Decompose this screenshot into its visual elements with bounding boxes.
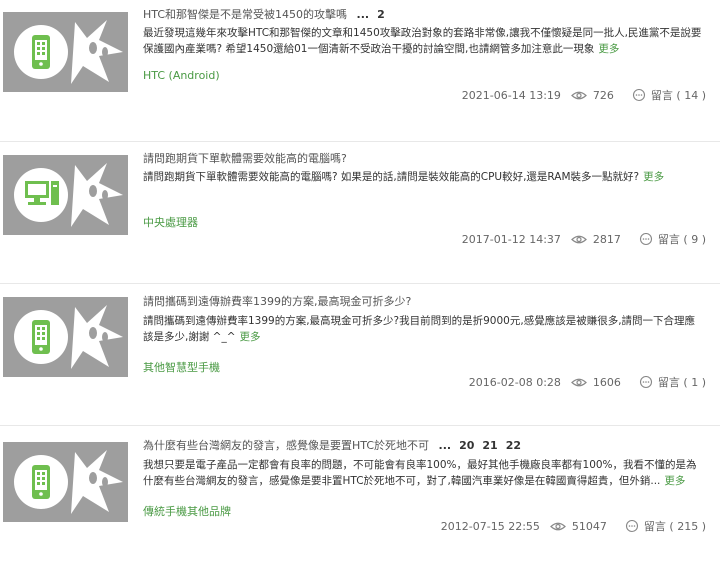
comment-count-value[interactable]: 留言 ( 9 ) xyxy=(658,231,706,247)
more-link[interactable]: 更多 xyxy=(240,331,261,343)
eye-icon xyxy=(571,235,587,243)
post-meta: 2017-01-12 14:37 2817 留言 ( 9 ) xyxy=(462,231,706,247)
page-ellipsis: ... xyxy=(438,439,452,452)
page-link[interactable]: 22 xyxy=(506,439,521,452)
post-meta: 2021-06-14 13:19 726 留言 ( 14 ) xyxy=(462,87,706,103)
post-meta: 2016-02-08 0:28 1606 留言 ( 1 ) xyxy=(469,374,706,390)
post-item: 請問跑期貨下單軟體需要效能高的電腦嗎? 請問跑期貨下單軟體需要效能高的電腦嗎? … xyxy=(0,142,720,284)
comment-count[interactable]: 留言 ( 14 ) xyxy=(632,87,706,103)
post-thumbnail[interactable] xyxy=(3,12,128,92)
view-count-value: 51047 xyxy=(571,519,607,533)
more-link[interactable]: 更多 xyxy=(643,171,664,183)
phone-icon xyxy=(3,442,128,522)
comment-count[interactable]: 留言 ( 215 ) xyxy=(625,518,706,534)
post-excerpt: 我想只要是電子產品一定都會有良率的問題，不可能會有良率100%，最好其他手機廠良… xyxy=(143,458,702,489)
post-item: HTC和那智傑是不是常受被1450的攻擊嗎 ... 2 最近發現這幾年來攻擊HTC… xyxy=(0,0,720,142)
post-date: 2021-06-14 13:19 xyxy=(461,88,561,102)
view-count: 726 xyxy=(571,89,614,102)
post-title-text[interactable]: 為什麼有些台灣網友的發言，感覺像是要置HTC於死地不可 xyxy=(143,439,429,452)
more-link[interactable]: 更多 xyxy=(664,475,685,487)
more-link[interactable]: 更多 xyxy=(598,43,619,55)
comment-count-value[interactable]: 留言 ( 14 ) xyxy=(651,87,706,103)
post-category[interactable]: 其他智慧型手機 xyxy=(143,359,220,375)
post-item: 請問攜碼到遠傳辦費率1399的方案,最高現金可折多少? 請問攜碼到遠傳辦費率13… xyxy=(0,284,720,426)
post-date: 2017-01-12 14:37 xyxy=(461,232,561,246)
comment-count-value[interactable]: 留言 ( 1 ) xyxy=(658,374,706,390)
phone-icon xyxy=(3,12,128,92)
page-link[interactable]: 2 xyxy=(377,8,385,21)
post-category[interactable]: 中央處理器 xyxy=(143,214,198,230)
comment-icon xyxy=(639,232,652,245)
phone-icon xyxy=(3,297,128,377)
post-title[interactable]: HTC和那智傑是不是常受被1450的攻擊嗎 ... 2 xyxy=(143,6,700,22)
eye-icon xyxy=(571,91,587,99)
post-excerpt: 請問跑期貨下單軟體需要效能高的電腦嗎? 如果是的話,請問是裝效能高的CPU較好,… xyxy=(143,170,702,186)
post-excerpt-text: 請問攜碼到遠傳辦費率1399的方案,最高現金可折多少?我目前問到的是折9000元… xyxy=(143,315,696,343)
view-count-value: 2817 xyxy=(592,232,621,246)
page-ellipsis: ... xyxy=(356,8,370,21)
desktop-computer-icon xyxy=(3,155,128,235)
page-link[interactable]: 20 xyxy=(459,439,474,452)
post-title[interactable]: 為什麼有些台灣網友的發言，感覺像是要置HTC於死地不可 ... 20 21 22 xyxy=(143,437,700,453)
comment-count[interactable]: 留言 ( 1 ) xyxy=(639,374,706,390)
post-date: 2012-07-15 22:55 xyxy=(440,519,540,533)
page-link[interactable]: 21 xyxy=(482,439,497,452)
view-count: 2817 xyxy=(571,233,621,246)
post-excerpt-text: 請問跑期貨下單軟體需要效能高的電腦嗎? 如果是的話,請問是裝效能高的CPU較好,… xyxy=(143,171,640,183)
post-thumbnail[interactable] xyxy=(3,442,128,522)
view-count: 51047 xyxy=(550,520,607,533)
post-title[interactable]: 請問攜碼到遠傳辦費率1399的方案,最高現金可折多少? xyxy=(143,293,700,309)
post-thumbnail[interactable] xyxy=(3,297,128,377)
post-thumbnail[interactable] xyxy=(3,155,128,235)
post-title[interactable]: 請問跑期貨下單軟體需要效能高的電腦嗎? xyxy=(143,150,700,166)
page-links: ... 2 xyxy=(357,8,393,21)
post-category[interactable]: 傳統手機其他品牌 xyxy=(143,503,231,519)
comment-count-value[interactable]: 留言 ( 215 ) xyxy=(644,518,706,534)
comment-icon xyxy=(625,519,638,532)
post-title-text[interactable]: 請問攜碼到遠傳辦費率1399的方案,最高現金可折多少? xyxy=(143,295,411,308)
post-excerpt-text: 我想只要是電子產品一定都會有良率的問題，不可能會有良率100%，最好其他手機廠良… xyxy=(143,459,697,487)
view-count: 1606 xyxy=(571,376,621,389)
post-list: HTC和那智傑是不是常受被1450的攻擊嗎 ... 2 最近發現這幾年來攻擊HTC… xyxy=(0,0,720,534)
comment-icon xyxy=(639,375,652,388)
page-links: ... 20 21 22 xyxy=(439,439,529,452)
post-excerpt: 最近發現這幾年來攻擊HTC和那智傑的文章和1450攻擊政治對象的套路非常像,讓我… xyxy=(143,26,702,57)
view-count-value: 726 xyxy=(592,88,614,102)
post-excerpt: 請問攜碼到遠傳辦費率1399的方案,最高現金可折多少?我目前問到的是折9000元… xyxy=(143,314,702,345)
comment-icon xyxy=(632,88,645,101)
view-count-value: 1606 xyxy=(592,375,621,389)
eye-icon xyxy=(571,378,587,386)
post-category[interactable]: HTC (Android) xyxy=(143,69,220,82)
post-title-text[interactable]: HTC和那智傑是不是常受被1450的攻擊嗎 xyxy=(143,8,347,21)
post-item: 為什麼有些台灣網友的發言，感覺像是要置HTC於死地不可 ... 20 21 22 我想… xyxy=(0,426,720,568)
post-date: 2016-02-08 0:28 xyxy=(468,375,561,389)
post-meta: 2012-07-15 22:55 51047 留言 ( 215 ) xyxy=(441,518,706,534)
post-title-text[interactable]: 請問跑期貨下單軟體需要效能高的電腦嗎? xyxy=(143,152,347,165)
comment-count[interactable]: 留言 ( 9 ) xyxy=(639,231,706,247)
eye-icon xyxy=(550,522,566,530)
